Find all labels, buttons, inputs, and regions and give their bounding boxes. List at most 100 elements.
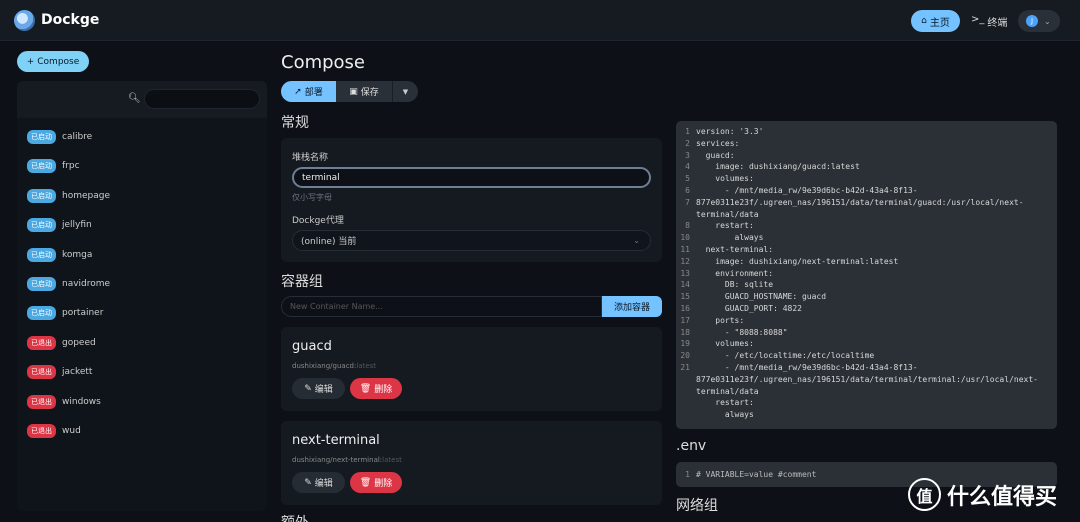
stack-name: frpc [62, 161, 80, 172]
code-text: - /etc/localtime:/etc/localtime [696, 351, 875, 361]
line-number: 8 [685, 221, 690, 231]
stack-list-item[interactable]: 已退出 windows [27, 393, 101, 411]
line-number: 7 [685, 197, 690, 207]
stack-list-item[interactable]: 已启动 jellyfin [27, 216, 92, 234]
line-number [676, 397, 696, 409]
code-line: restart: [676, 397, 1057, 409]
user-menu-button[interactable]: J ⌄ [1018, 10, 1060, 32]
code-line: terminal/data [676, 386, 1057, 398]
line-number: 17 [680, 315, 690, 325]
container-name: guacd [292, 339, 332, 354]
stack-name: windows [62, 396, 101, 407]
compose-button[interactable]: + Compose [17, 51, 89, 72]
code-text: 877e0311e23f/.ugreen_nas/196151/data/ter… [696, 197, 1024, 207]
line-number: 3 [685, 150, 690, 160]
status-badge: 已启动 [27, 130, 56, 144]
code-lines: 1 version: '3.3' 2 services: 3 guacd: 4 image… [676, 126, 1057, 421]
line-number: 6 [685, 185, 690, 195]
code-text: image: dushixiang/guacd:latest [696, 162, 860, 172]
code-line: 3 guacd: [676, 150, 1057, 162]
line-number: 14 [680, 280, 690, 290]
line-number [676, 209, 696, 221]
containers-heading: 容器组 [281, 274, 323, 290]
line-number: 12 [680, 256, 690, 266]
general-heading: 常规 [281, 115, 309, 131]
code-line: 1 version: '3.3' [676, 126, 1057, 138]
search-input[interactable] [144, 89, 260, 109]
edit-button[interactable]: ✎ 编辑 [292, 378, 345, 399]
more-actions-dropdown[interactable]: ▼ [392, 81, 418, 102]
stack-list-item[interactable]: 已启动 calibre [27, 128, 92, 146]
line-number: 21 [680, 362, 690, 372]
edit-button[interactable]: ✎ 编辑 [292, 472, 345, 493]
status-badge: 已退出 [27, 365, 56, 380]
code-line: 6 - /mnt/media_rw/9e39d6bc-b42d-43a4-8f1… [676, 185, 1057, 197]
stack-name-label: 堆栈名称 [292, 153, 329, 163]
stack-name: komga [62, 249, 93, 260]
code-line: 12 image: dushixiang/next-terminal:lates… [676, 256, 1057, 268]
delete-button[interactable]: 🗑︎ 删除 [350, 378, 402, 399]
code-text: always [696, 233, 764, 243]
status-badge: 已启动 [27, 277, 56, 291]
code-line: 2 services: [676, 138, 1057, 150]
home-label: 主页 [929, 17, 950, 29]
caret-down-icon: ▼ [402, 87, 409, 96]
container-image: dushixiang/guacd:latest [292, 362, 376, 370]
add-container-button[interactable]: 添加容器 [602, 296, 662, 317]
code-line: 8 restart: [676, 220, 1057, 232]
container-image: dushixiang/next-terminal:latest [292, 456, 402, 464]
status-badge: 已退出 [27, 424, 56, 438]
stack-list-item[interactable]: 已启动 navidrome [27, 275, 110, 293]
code-line: 19 volumes: [676, 338, 1057, 350]
brand-title[interactable]: Dockge [41, 12, 99, 28]
code-line: 18 - "8088:8088" [676, 327, 1057, 339]
delete-button[interactable]: 🗑︎ 删除 [350, 472, 402, 493]
code-line: 4 image: dushixiang/guacd:latest [676, 161, 1057, 173]
stack-list-item[interactable]: 已退出 gopeed [27, 334, 96, 352]
dockge-logo-icon[interactable] [14, 10, 35, 31]
terminal-link[interactable]: >_ 终端 [971, 14, 1007, 29]
code-text: restart: [696, 398, 754, 408]
watermark-logo-icon: 值 [908, 478, 941, 511]
compose-label: Compose [37, 56, 80, 67]
line-number: 10 [680, 233, 690, 243]
action-toolbar: ➚ 部署 ▣ 保存 ▼ [281, 81, 418, 102]
stack-list-item[interactable]: 已启动 portainer [27, 304, 103, 322]
code-text: volumes: [696, 339, 754, 349]
new-container-input[interactable]: New Container Name... [281, 296, 602, 317]
home-button[interactable]: ⌂ 主页 [911, 10, 960, 32]
code-line: 15 GUACD_HOSTNAME: guacd [676, 291, 1057, 303]
container-name: next-terminal [292, 433, 380, 448]
container-card-guacd: guacd dushixiang/guacd:latest ✎ 编辑 🗑︎ 删除 [281, 327, 662, 411]
stack-list-item[interactable]: 已启动 komga [27, 246, 92, 264]
code-text: restart: [696, 221, 754, 231]
stack-list-item[interactable]: 已退出 jackett [27, 363, 92, 381]
search-row: 🔍︎ [17, 81, 267, 118]
edit-icon: ✎ [304, 477, 312, 488]
line-number: 18 [680, 327, 690, 337]
deploy-button[interactable]: ➚ 部署 [281, 81, 336, 102]
compose-yaml-editor[interactable]: 1 version: '3.3' 2 services: 3 guacd: 4 image… [676, 121, 1057, 429]
code-text: 877e0311e23f/.ugreen_nas/196151/data/ter… [696, 374, 1038, 384]
line-number: 1 [685, 470, 690, 479]
status-badge: 已启动 [27, 247, 56, 262]
watermark-text: 什么值得买 [947, 484, 1058, 510]
container-image-name: dushixiang/next-terminal: [292, 456, 383, 464]
save-button[interactable]: ▣ 保存 [336, 81, 392, 102]
stack-name-input[interactable]: terminal [292, 167, 651, 188]
edit-icon: ✎ [304, 383, 312, 394]
line-number: 11 [680, 244, 690, 254]
stack-list-panel: 🔍︎ 已启动 calibre 已启动 frpc 已启动 homepage 已启动 jellyf… [17, 81, 267, 511]
agent-select[interactable]: (online) 当前 ⌄ [292, 230, 651, 251]
status-badge: 已启动 [27, 306, 56, 321]
trash-icon: 🗑︎ [359, 383, 372, 394]
container-image-name: dushixiang/guacd: [292, 362, 357, 370]
stack-list-item[interactable]: 已退出 wud [27, 422, 81, 440]
stack-list-item[interactable]: 已启动 frpc [27, 157, 80, 175]
stack-list-item[interactable]: 已启动 homepage [27, 187, 110, 205]
agent-label: Dockge代理 [292, 216, 344, 226]
delete-label: 删除 [374, 385, 393, 395]
stack-name: wud [62, 426, 81, 436]
code-text: GUACD_HOSTNAME: guacd [696, 292, 827, 302]
line-number [676, 386, 696, 398]
